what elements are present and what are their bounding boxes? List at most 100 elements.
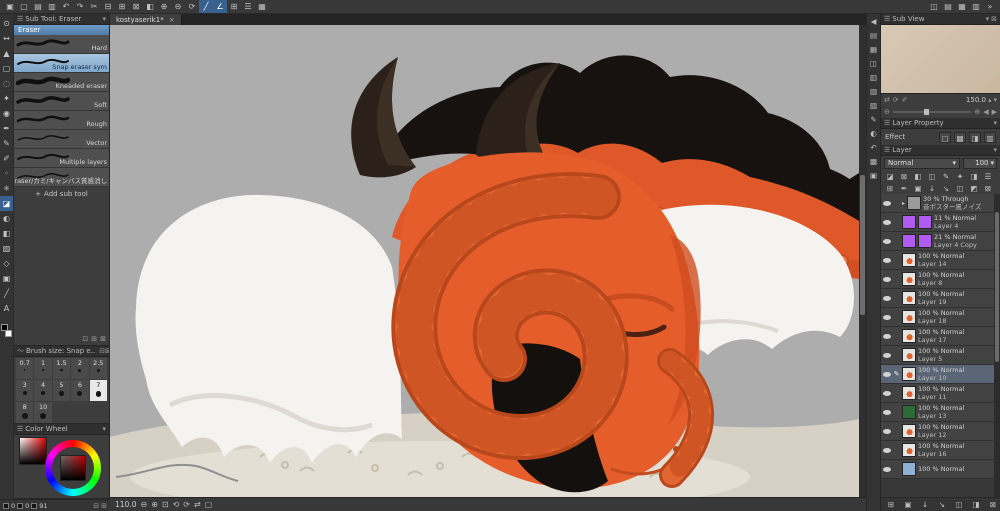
undo-icon[interactable]: ↶ [59, 0, 73, 13]
layer-visibility-icon[interactable] [883, 219, 891, 225]
layer-visibility-icon[interactable] [883, 447, 891, 453]
subtool-item[interactable]: Hard [14, 35, 109, 54]
layer-visibility-icon[interactable] [883, 466, 891, 472]
subtool-item[interactable]: Eraser/カミ/キャンバス質感消し [14, 168, 109, 187]
airbrush-tool-icon[interactable]: ◦ [0, 166, 13, 181]
brush-size-option[interactable]: 2 [71, 358, 89, 379]
expand-panel-icon[interactable]: ⊞ [101, 502, 107, 510]
delete-layer-icon[interactable]: ⊠ [982, 183, 994, 194]
layer-visibility-icon[interactable] [883, 352, 891, 358]
reset-rotation-icon[interactable]: ▢ [205, 500, 213, 509]
collapse-panel-icon[interactable]: ▾ [993, 119, 997, 127]
ruler-tool-icon[interactable]: ╱ [0, 286, 13, 301]
auto-eyedropper-icon[interactable]: ✐ [902, 96, 908, 104]
collapse-panel-icon[interactable]: ▾ [102, 15, 106, 23]
new-raster-layer-icon[interactable]: ⊞ [884, 183, 896, 194]
transfer-down-icon[interactable]: ↓ [926, 183, 938, 194]
show-ruler-icon[interactable]: ☰ [241, 0, 255, 13]
tone-effect-icon[interactable]: ▩ [954, 131, 966, 143]
new-layer-icon[interactable]: ⊞ [885, 499, 897, 510]
layer-panel-header[interactable]: ☰ Layer ▾ [881, 145, 1000, 156]
layer-row[interactable]: 100 % Normal Layer 14 [881, 251, 994, 270]
delete-subtool-icon[interactable]: ⊠ [100, 335, 106, 343]
layer-row[interactable]: 100 % Normal Layer 16 [881, 441, 994, 460]
history-panel-icon[interactable]: ↶ [867, 141, 880, 155]
layer-visibility-icon[interactable] [883, 371, 891, 377]
subview-panel-header[interactable]: ☰ Sub View ▾ ⊠ [881, 14, 1000, 25]
subtool-group-tab[interactable]: Eraser [14, 25, 109, 35]
layer-row[interactable]: 100 % Normal Layer 19 [881, 289, 994, 308]
workspace-panels-icon-1[interactable]: ◫ [927, 0, 941, 13]
cut-icon[interactable]: ✂ [87, 0, 101, 13]
expression-color-icon[interactable]: ▥ [984, 131, 996, 143]
add-subtool-icon[interactable]: ⊞ [91, 335, 97, 343]
rotate-right-icon[interactable]: ⟳ [183, 500, 190, 509]
layer-thumbnail[interactable] [902, 386, 916, 400]
layer-thumbnail[interactable] [902, 291, 916, 305]
blend-mode-select[interactable]: Normal ▾ [884, 157, 960, 169]
lock-transparent-pixels-icon[interactable]: ◧ [912, 171, 924, 182]
slider-thumb[interactable] [924, 109, 930, 115]
layer-thumbnail[interactable] [902, 348, 916, 362]
layer-panel-icon[interactable]: ▧ [867, 85, 880, 99]
layer-visibility-icon[interactable] [883, 276, 891, 282]
subview-next-image-icon[interactable]: ▶ [992, 108, 997, 116]
add-subtool-button[interactable]: + Add sub tool [14, 187, 109, 201]
inner-sv-square[interactable] [60, 455, 86, 481]
subtool-item[interactable]: Vector [14, 130, 109, 149]
layer-thumbnail[interactable] [902, 310, 916, 324]
selection-tool-icon[interactable]: ▢ [0, 61, 13, 76]
zoom-step-down-icon[interactable]: ▾ [993, 96, 997, 104]
layer-property-panel-icon[interactable]: ▨ [867, 99, 880, 113]
border-effect-icon[interactable]: ▢ [939, 131, 951, 143]
brush-size-option[interactable]: 8 [16, 402, 34, 423]
color-wheel-panel-header[interactable]: ☰ Color Wheel ▾ [14, 424, 109, 435]
subtool-item[interactable]: Soft [14, 92, 109, 111]
layer-row[interactable]: 100 % Normal Layer 13 [881, 403, 994, 422]
layer-row[interactable]: 100 % Normal Layer 11 [881, 384, 994, 403]
copy-icon[interactable]: ⊟ [101, 0, 115, 13]
flip-horizontal-icon[interactable]: ⇄ [194, 500, 201, 509]
layer-visibility-icon[interactable] [883, 390, 891, 396]
figure-tool-icon[interactable]: ◇ [0, 256, 13, 271]
paste-icon[interactable]: ⊞ [115, 0, 129, 13]
brush-size-option[interactable]: 10 [34, 402, 52, 423]
fit-to-screen-icon[interactable]: ⊡ [162, 500, 169, 509]
new-layer-folder-icon[interactable]: ▣ [912, 183, 924, 194]
subview-panel-icon[interactable]: ▥ [867, 71, 880, 85]
zoom-out-icon[interactable]: ⊖ [171, 0, 185, 13]
new-folder-icon[interactable]: ▣ [902, 499, 914, 510]
subview-zoom-in-icon[interactable]: ⊕ [974, 108, 980, 116]
navigator-panel-icon[interactable]: ◫ [867, 57, 880, 71]
layer-mask-thumbnail[interactable] [918, 234, 932, 248]
layer-mask-thumbnail[interactable] [918, 215, 932, 229]
fill-icon[interactable]: ◧ [143, 0, 157, 13]
lasso-tool-icon[interactable]: ◌ [0, 76, 13, 91]
text-tool-icon[interactable]: A [0, 301, 13, 316]
folder-expand-icon[interactable]: ▸ [902, 200, 905, 207]
workspace-panels-icon-4[interactable]: ▥ [969, 0, 983, 13]
close-panel-icon[interactable]: ⊠ [991, 15, 997, 23]
quick-access-panel-icon[interactable]: ▤ [867, 29, 880, 43]
mask-icon[interactable]: ◫ [953, 499, 965, 510]
new-file-icon[interactable]: ▢ [17, 0, 31, 13]
zoom-in-icon[interactable]: ⊕ [151, 500, 158, 509]
frame-border-tool-icon[interactable]: ▣ [0, 271, 13, 286]
zoom-step-up-icon[interactable]: ▴ [988, 96, 992, 104]
layer-row[interactable]: 100 % Normal Layer 12 [881, 422, 994, 441]
layer-visibility-icon[interactable] [883, 295, 891, 301]
merge-icon[interactable]: ↘ [936, 499, 948, 510]
layer-row[interactable]: ✎ 100 % Normal Layer 10 [881, 365, 994, 384]
document-tab[interactable]: kostyaserik1* × [110, 14, 182, 25]
enable-mask-icon[interactable]: ◫ [926, 171, 938, 182]
collapse-dock-arrow-icon[interactable]: ◀ [867, 15, 880, 29]
close-panel-icon[interactable]: ⊠ [105, 347, 109, 355]
palette-menu-icon[interactable]: ☰ [982, 171, 994, 182]
collapse-all-panels-icon[interactable]: » [983, 0, 997, 13]
object-tool-icon[interactable]: ▲ [0, 46, 13, 61]
show-grid-icon[interactable]: ▦ [255, 0, 269, 13]
rotate-left-icon[interactable]: ⟲ [173, 500, 180, 509]
snap-to-grid-icon[interactable]: ⊞ [227, 0, 241, 13]
brush-size-option[interactable]: 1 [34, 358, 52, 379]
fill-tool-icon[interactable]: ◧ [0, 226, 13, 241]
